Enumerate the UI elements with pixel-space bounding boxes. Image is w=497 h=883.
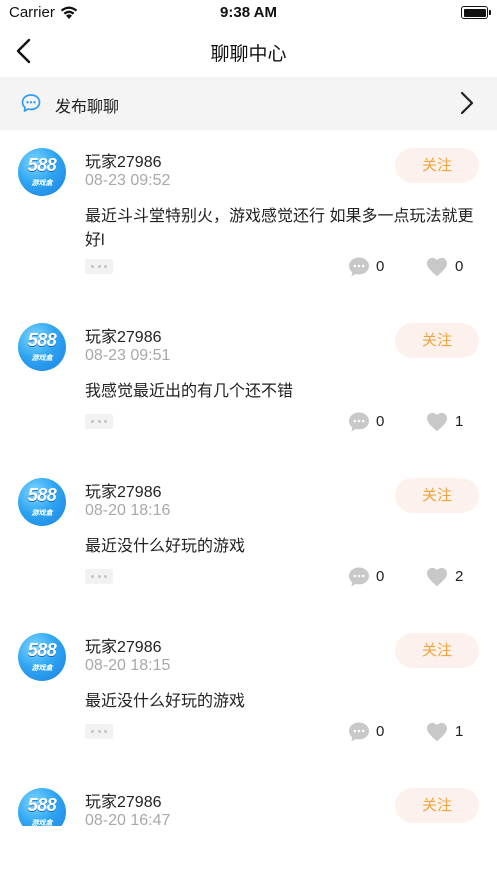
list-item: 588 游戏盒 玩家27986 08-20 18:15 关注 最近没什么好玩的游… [0,615,497,770]
comment-count: 0 [376,723,385,740]
chat-feed[interactable]: 588 游戏盒 玩家27986 08-23 09:52 关注 最近斗斗堂特别火，… [0,130,497,826]
like-count: 1 [455,413,464,430]
status-bar: Carrier 9:38 AM [0,0,497,26]
avatar[interactable]: 588 游戏盒 [18,478,66,526]
wifi-icon [60,6,78,19]
avatar[interactable]: 588 游戏盒 [18,148,66,196]
post-content: 我感觉最近出的有几个还不错 [85,383,294,400]
back-arrow-icon[interactable] [10,36,40,66]
avatar[interactable]: 588 游戏盒 [18,633,66,681]
avatar-subtitle: 游戏盒 [31,355,53,362]
publish-chat-button[interactable]: 发布聊聊 [0,77,497,130]
avatar-subtitle: 游戏盒 [31,180,53,187]
chevron-right-icon [460,91,474,115]
avatar-number: 588 [27,795,57,815]
avatar-subtitle: 游戏盒 [31,510,53,517]
post-time: 08-20 18:15 [85,657,171,674]
follow-button[interactable]: 关注 [395,323,479,358]
follow-button[interactable]: 关注 [395,633,479,668]
comment-icon[interactable] [347,255,371,279]
follow-button[interactable]: 关注 [395,788,479,823]
publish-chat-label: 发布聊聊 [55,99,120,116]
username[interactable]: 玩家27986 [85,148,162,172]
comment-icon[interactable] [347,720,371,744]
heart-icon[interactable] [425,255,449,279]
follow-button[interactable]: 关注 [395,148,479,183]
comment-count: 0 [376,568,385,585]
avatar[interactable]: 588 游戏盒 [18,788,66,826]
comment-count: 0 [376,258,385,275]
navigation-bar: 聊聊中心 [0,26,497,76]
username[interactable]: 玩家27986 [85,323,162,347]
battery-icon [461,6,491,19]
comment-count: 0 [376,413,385,430]
follow-button[interactable]: 关注 [395,478,479,513]
avatar-subtitle: 游戏盒 [31,665,53,672]
more-options-button[interactable] [85,569,113,584]
avatar-number: 588 [27,155,57,175]
post-content: 最近没什么好玩的游戏 [85,538,246,555]
more-options-button[interactable] [85,414,113,429]
heart-icon[interactable] [425,410,449,434]
avatar-number: 588 [27,485,57,505]
avatar-number: 588 [27,640,57,660]
like-count: 1 [455,723,464,740]
post-time: 08-23 09:52 [85,172,171,189]
comment-icon[interactable] [347,565,371,589]
heart-icon[interactable] [425,565,449,589]
post-content: 最近斗斗堂特别火，游戏感觉还行 如果多一点玩法就更好l [85,208,474,249]
list-item: 588 游戏盒 玩家27986 08-23 09:52 关注 最近斗斗堂特别火，… [0,130,497,305]
avatar-subtitle: 游戏盒 [31,820,53,826]
chat-bubble-icon [21,94,41,112]
username[interactable]: 玩家27986 [85,788,162,812]
avatar[interactable]: 588 游戏盒 [18,323,66,371]
list-item: 588 游戏盒 玩家27986 08-20 18:16 关注 最近没什么好玩的游… [0,460,497,615]
comment-icon[interactable] [347,410,371,434]
page-title: 聊聊中心 [210,44,287,65]
more-options-button[interactable] [85,259,113,274]
list-item: 588 游戏盒 玩家27986 08-20 16:47 关注 [0,770,497,826]
more-options-button[interactable] [85,724,113,739]
username[interactable]: 玩家27986 [85,633,162,657]
carrier-label: Carrier [9,4,55,21]
like-count: 2 [455,568,464,585]
username[interactable]: 玩家27986 [85,478,162,502]
list-item: 588 游戏盒 玩家27986 08-23 09:51 关注 我感觉最近出的有几… [0,305,497,460]
post-content: 最近没什么好玩的游戏 [85,693,246,710]
like-count: 0 [455,258,464,275]
post-time: 08-23 09:51 [85,347,171,364]
post-time: 08-20 16:47 [85,812,171,826]
avatar-number: 588 [27,330,57,350]
heart-icon[interactable] [425,720,449,744]
post-time: 08-20 18:16 [85,502,171,519]
